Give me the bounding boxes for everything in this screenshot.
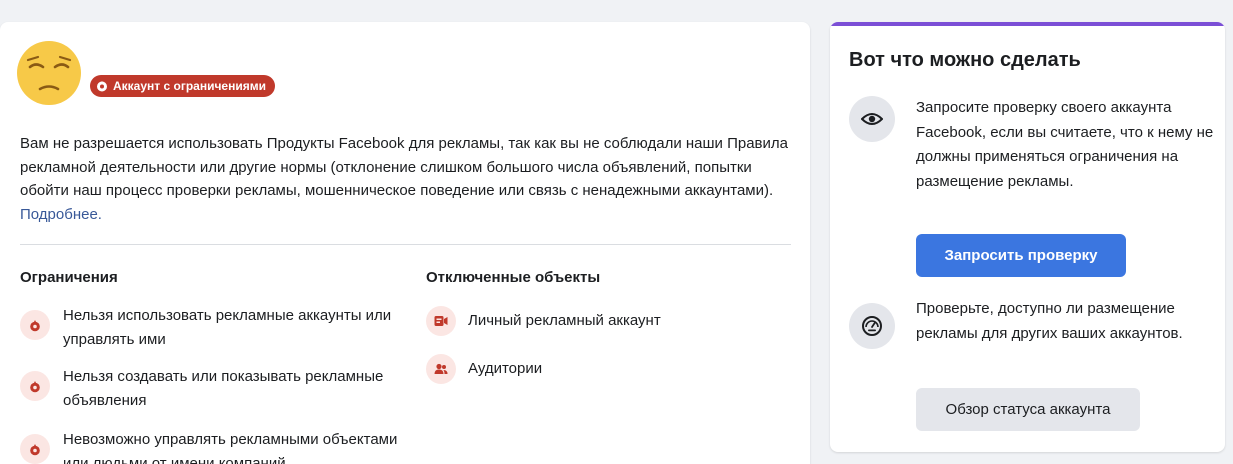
status-badge-label: Аккаунт с ограничениями [113, 79, 266, 93]
restriction-item: Нельзя использовать рекламные аккаунты и… [20, 304, 410, 352]
disabled-object-label: Аудитории [468, 360, 543, 377]
review-description: Запросите проверку своего аккаунта Faceb… [916, 99, 1214, 190]
ad-account-icon [426, 306, 456, 336]
restriction-description: Вам не разрешается использовать Продукты… [20, 132, 795, 226]
restriction-icon [20, 434, 50, 464]
account-restrictions-card: Аккаунт с ограничениями Вам не разрешает… [0, 22, 810, 464]
pensive-face-icon [16, 40, 82, 106]
restriction-icon [20, 371, 50, 401]
restriction-item-label: Нельзя использовать рекламные аккаунты и… [63, 307, 392, 348]
next-steps-panel: Вот что можно сделать Запросите проверку… [830, 22, 1225, 452]
restrictions-title: Ограничения [20, 269, 118, 286]
disabled-object-label: Личный рекламный аккаунт [468, 312, 661, 329]
restriction-icon [20, 310, 50, 340]
request-review-button[interactable]: Запросить проверку [916, 234, 1126, 277]
restriction-item: Нельзя создавать или показывать рекламны… [20, 365, 410, 413]
learn-more-link[interactable]: Подробнее. [20, 206, 102, 223]
status-description: Проверьте, доступно ли размещение реклам… [916, 300, 1183, 342]
divider [20, 244, 791, 245]
restriction-item-label: Нельзя создавать или показывать рекламны… [63, 368, 384, 409]
disabled-object-item: Аудитории [426, 354, 542, 384]
account-status-overview-button[interactable]: Обзор статуса аккаунта [916, 388, 1140, 431]
panel-title: Вот что можно сделать [849, 49, 1081, 71]
status-badge: Аккаунт с ограничениями [90, 75, 275, 97]
eye-icon [849, 96, 895, 142]
audience-icon [426, 354, 456, 384]
disabled-object-item: Личный рекламный аккаунт [426, 306, 661, 336]
restriction-icon [96, 80, 108, 92]
restriction-item: Невозможно управлять рекламными объектам… [20, 428, 410, 464]
description-text: Вам не разрешается использовать Продукты… [20, 135, 788, 199]
restriction-item-label: Невозможно управлять рекламными объектам… [63, 431, 398, 464]
disabled-objects-title: Отключенные объекты [426, 269, 601, 286]
gauge-icon [849, 303, 895, 349]
panel-accent-bar [830, 22, 1225, 26]
